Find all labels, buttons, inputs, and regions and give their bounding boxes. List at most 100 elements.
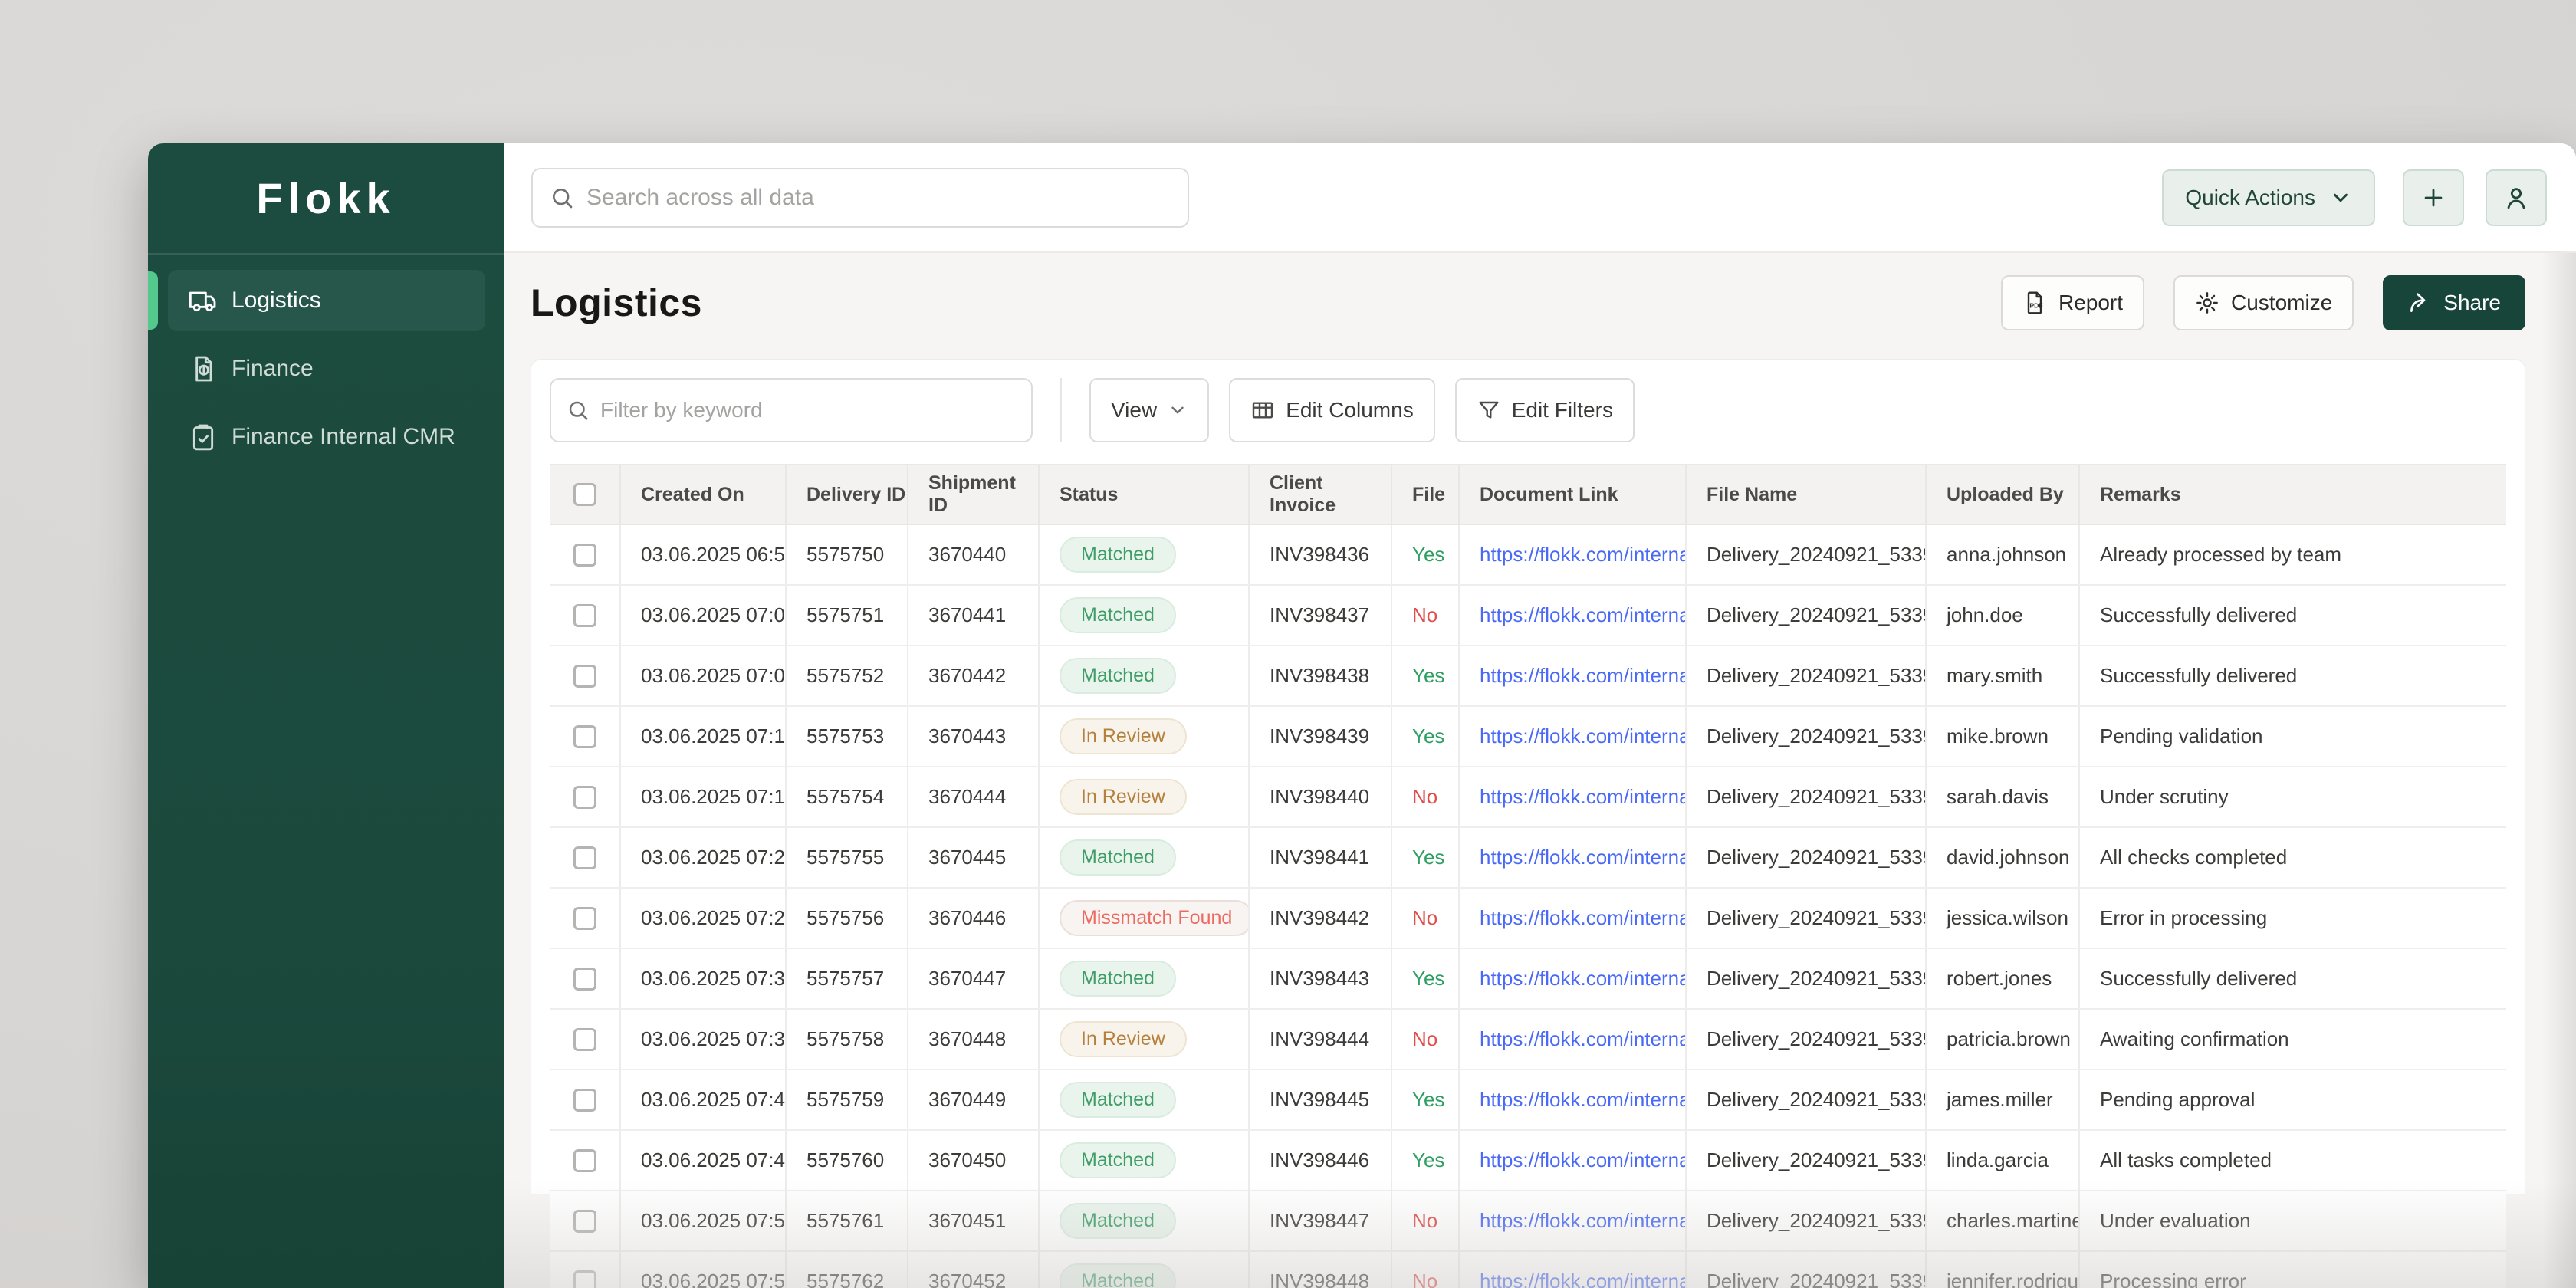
status-badge: Matched [1060,1203,1176,1239]
keyword-filter-input[interactable] [600,398,1016,422]
invoice-icon [188,353,219,384]
cell-file: No [1391,889,1458,948]
row-checkbox[interactable] [573,1209,596,1233]
pdf-file-icon: PDF [2027,291,2043,314]
cell-status: In Review [1038,767,1248,826]
customize-button[interactable]: Customize [2174,275,2354,330]
edit-filters-button[interactable]: Edit Filters [1454,378,1635,442]
document-link[interactable]: https://flokk.com/internal... [1480,1027,1685,1051]
report-button[interactable]: PDF Report [2000,275,2145,330]
cell-client-invoice: INV398439 [1248,707,1391,766]
quick-actions-button[interactable]: Quick Actions [2162,169,2375,226]
document-link[interactable]: https://flokk.com/internal... [1480,1209,1685,1233]
keyword-filter[interactable] [550,378,1033,442]
document-link[interactable]: https://flokk.com/internal... [1480,906,1685,930]
table-row: 03.06.2025 07:10 5575753 3670443 In Revi… [550,707,2506,767]
cell-client-invoice: INV398444 [1248,1010,1391,1069]
cell-created-on: 03.06.2025 07:10 [619,707,785,766]
sidebar-item-logistics[interactable]: Logistics [148,270,485,331]
cell-shipment-id: 3670445 [907,828,1038,887]
document-link[interactable]: https://flokk.com/internal... [1480,543,1685,567]
sidebar-nav: Logistics Finance Finance Internal CMR [148,255,504,468]
active-indicator [148,271,158,330]
cell-file: Yes [1391,1131,1458,1190]
cell-client-invoice: INV398443 [1248,949,1391,1008]
cell-file: Yes [1391,1070,1458,1129]
sidebar-item-finance[interactable]: Finance [168,338,485,399]
report-label: Report [2058,291,2124,314]
document-link[interactable]: https://flokk.com/internal... [1480,664,1685,688]
row-select-cell [550,767,619,826]
cell-uploaded-by: james.miller [1925,1070,2078,1129]
funnel-icon [1479,401,1499,419]
cell-delivery-id: 5575750 [785,525,907,584]
select-all-checkbox[interactable] [573,483,596,506]
row-checkbox[interactable] [573,1027,596,1051]
cell-uploaded-by: patricia.brown [1925,1010,2078,1069]
sidebar-item-label: Finance [232,356,314,381]
document-link[interactable]: https://flokk.com/internal... [1480,1270,1685,1288]
edit-columns-button[interactable]: Edit Columns [1229,378,1435,442]
cell-file: Yes [1391,525,1458,584]
row-checkbox[interactable] [573,664,596,688]
plus-icon [2424,189,2443,206]
cell-remarks: Pending approval [2078,1070,2506,1129]
cell-file-name: Delivery_20240921_5339... [1685,646,1925,705]
document-link[interactable]: https://flokk.com/internal... [1480,603,1685,627]
column-header-status: Status [1038,465,1248,524]
row-select-cell [550,1191,619,1250]
cell-document-link: https://flokk.com/internal... [1458,1010,1685,1069]
row-checkbox[interactable] [573,1148,596,1172]
row-checkbox[interactable] [573,785,596,809]
cell-document-link: https://flokk.com/internal... [1458,828,1685,887]
view-label: View [1111,398,1158,422]
table-row: 03.06.2025 07:20 5575755 3670445 Matched… [550,828,2506,889]
cell-file: No [1391,586,1458,645]
document-link[interactable]: https://flokk.com/internal... [1480,724,1685,748]
document-link[interactable]: https://flokk.com/internal... [1480,1148,1685,1172]
row-checkbox[interactable] [573,724,596,748]
document-link[interactable]: https://flokk.com/internal... [1480,846,1685,869]
cell-client-invoice: INV398441 [1248,828,1391,887]
cell-file-name: Delivery_20240921_5339... [1685,586,1925,645]
row-checkbox[interactable] [573,1270,596,1288]
cell-created-on: 03.06.2025 07:05 [619,646,785,705]
cell-document-link: https://flokk.com/internal... [1458,1252,1685,1288]
document-link[interactable]: https://flokk.com/internal... [1480,1088,1685,1112]
row-select-cell [550,525,619,584]
row-checkbox[interactable] [573,906,596,930]
row-checkbox[interactable] [573,967,596,991]
row-checkbox[interactable] [573,846,596,869]
row-checkbox[interactable] [573,1088,596,1112]
cell-file: No [1391,767,1458,826]
cell-document-link: https://flokk.com/internal... [1458,1191,1685,1250]
row-checkbox[interactable] [573,603,596,627]
user-icon [2507,187,2525,209]
document-link[interactable]: https://flokk.com/internal... [1480,967,1685,991]
column-header-file: File [1391,465,1458,524]
app-window: Flokk Logistics Finance Finance Internal… [148,143,2576,1288]
cell-file-name: Delivery_20240921_5339... [1685,525,1925,584]
cell-client-invoice: INV398448 [1248,1252,1391,1288]
status-badge: In Review [1060,779,1187,815]
cell-file: No [1391,1010,1458,1069]
cell-delivery-id: 5575754 [785,767,907,826]
sidebar-item-label: Finance Internal CMR [232,424,455,449]
svg-text:PDF: PDF [2029,302,2042,310]
table-header: Created On Delivery ID Shipment ID Status Cl… [550,464,2506,525]
global-search[interactable] [531,167,1189,228]
table-body: 03.06.2025 06:58 5575750 3670440 Matched… [550,525,2506,1288]
cell-shipment-id: 3670442 [907,646,1038,705]
sidebar-item-finance-internal-cmr[interactable]: Finance Internal CMR [168,406,485,468]
global-search-input[interactable] [586,184,1171,211]
cell-file-name: Delivery_20240921_5339... [1685,767,1925,826]
view-button[interactable]: View [1089,378,1210,442]
document-link[interactable]: https://flokk.com/internal... [1480,785,1685,809]
cell-document-link: https://flokk.com/internal... [1458,1131,1685,1190]
share-button[interactable]: Share [2383,275,2525,330]
cell-file: No [1391,1252,1458,1288]
cell-created-on: 03.06.2025 07:25 [619,889,785,948]
row-checkbox[interactable] [573,543,596,567]
add-button[interactable] [2403,169,2464,226]
account-button[interactable] [2486,169,2547,226]
